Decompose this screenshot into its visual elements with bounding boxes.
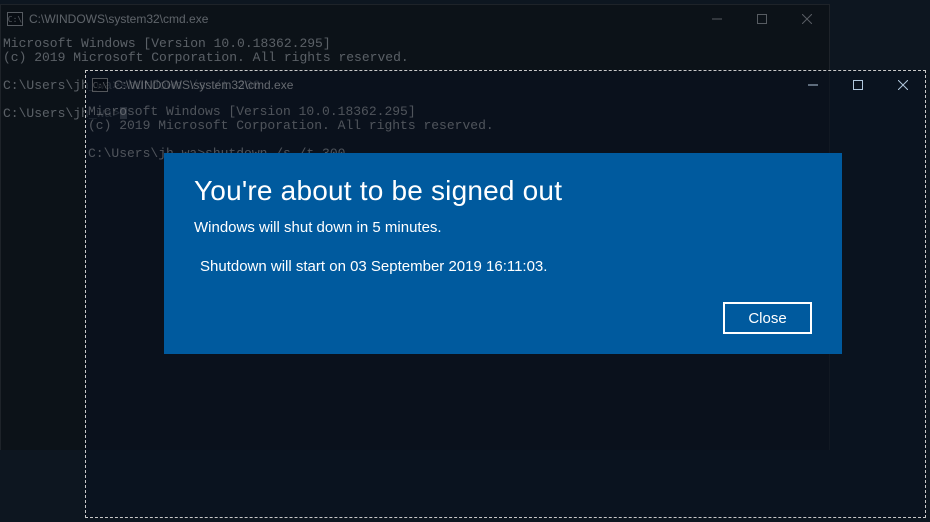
close-icon[interactable] xyxy=(880,71,925,99)
cmd-front-window-controls xyxy=(790,71,925,99)
cmd-front-output: Microsoft Windows [Version 10.0.18362.29… xyxy=(86,99,925,161)
close-button[interactable]: Close xyxy=(723,302,812,334)
dialog-buttons: Close xyxy=(194,302,812,334)
console-line: Microsoft Windows [Version 10.0.18362.29… xyxy=(88,105,919,119)
cmd-back-titlebar: C:\ C:\WINDOWS\system32\cmd.exe xyxy=(1,5,829,33)
cmd-front-titlebar: C:\ C:\WINDOWS\system32\cmd.exe xyxy=(86,71,925,99)
dialog-message-1: Windows will shut down in 5 minutes. xyxy=(194,219,812,236)
shutdown-dialog: You're about to be signed out Windows wi… xyxy=(164,153,842,354)
cmd-back-title: C:\WINDOWS\system32\cmd.exe xyxy=(29,12,208,26)
console-line: (c) 2019 Microsoft Corporation. All righ… xyxy=(88,119,919,133)
maximize-icon[interactable] xyxy=(739,5,784,33)
dialog-message-2: Shutdown will start on 03 September 2019… xyxy=(194,258,812,275)
maximize-icon[interactable] xyxy=(835,71,880,99)
close-icon[interactable] xyxy=(784,5,829,33)
minimize-icon[interactable] xyxy=(694,5,739,33)
cmd-icon: C:\ xyxy=(7,12,23,26)
console-line: Microsoft Windows [Version 10.0.18362.29… xyxy=(3,37,823,51)
console-blank-line xyxy=(88,133,919,147)
cmd-icon: C:\ xyxy=(92,78,108,92)
cmd-back-window-controls xyxy=(694,5,829,33)
cmd-front-title: C:\WINDOWS\system32\cmd.exe xyxy=(114,78,293,92)
console-line: (c) 2019 Microsoft Corporation. All righ… xyxy=(3,51,823,65)
dialog-title: You're about to be signed out xyxy=(194,175,812,207)
minimize-icon[interactable] xyxy=(790,71,835,99)
